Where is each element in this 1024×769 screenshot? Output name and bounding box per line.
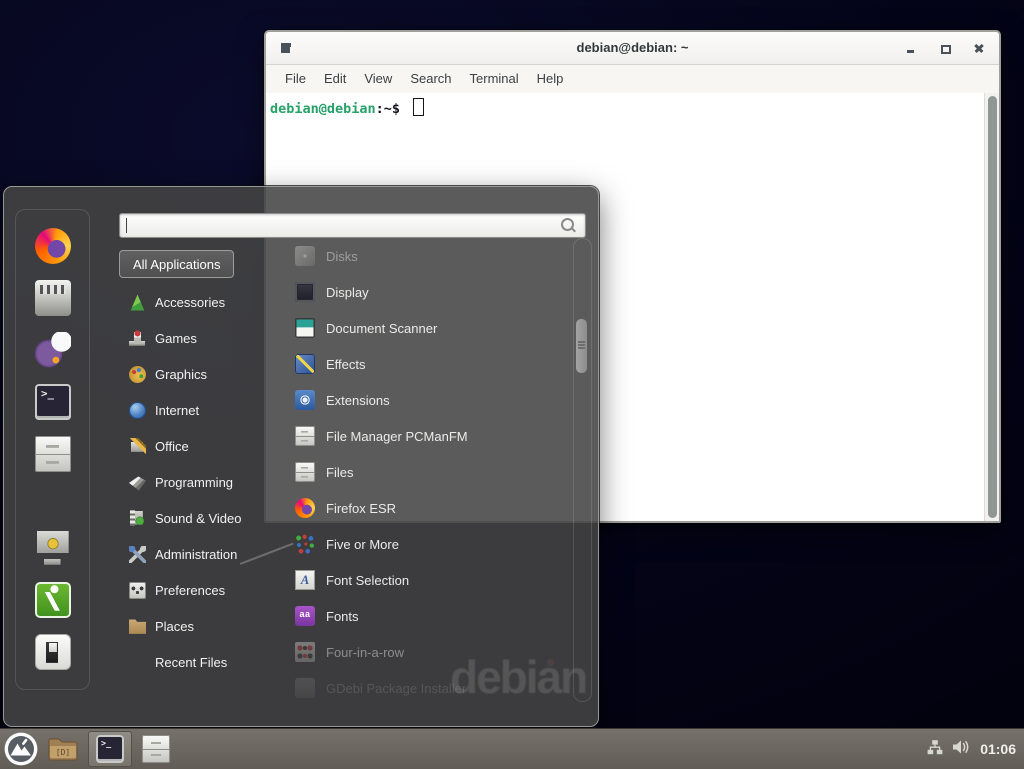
search-icon	[561, 218, 574, 231]
menubar-item[interactable]: View	[355, 65, 401, 93]
fonts-icon	[295, 606, 315, 626]
category-item[interactable]: Internet	[113, 392, 281, 428]
category-item[interactable]: Games	[113, 320, 281, 356]
application-item[interactable]: Firefox ESR	[286, 490, 572, 526]
taskbar-file-manager-button[interactable]	[142, 735, 170, 763]
effects-icon	[295, 354, 315, 374]
application-item[interactable]: File Manager PCManFM	[286, 418, 572, 454]
file-cabinet-icon	[142, 735, 170, 763]
category-item[interactable]: Recent Files	[113, 644, 281, 680]
office-icon	[129, 438, 146, 455]
accessories-icon	[129, 294, 146, 311]
logout-icon[interactable]	[35, 582, 71, 618]
category-item[interactable]: Accessories	[113, 284, 281, 320]
desktop: { "desktop": { "watermark": "debian" }, …	[0, 0, 1024, 768]
menubar-item[interactable]: File	[276, 65, 315, 93]
firefox-launcher-icon[interactable]	[35, 228, 71, 264]
fontsel-icon	[295, 570, 315, 590]
application-item[interactable]: Files	[286, 454, 572, 490]
category-item[interactable]: Office	[113, 428, 281, 464]
application-item[interactable]: Four-in-a-row	[286, 634, 572, 670]
category-item[interactable]: Sound & Video	[113, 500, 281, 536]
category-item[interactable]: All Applications	[119, 250, 234, 278]
fourinarow-icon	[295, 642, 315, 662]
folder-icon: [D]	[48, 736, 78, 763]
pidgin-launcher-icon[interactable]	[35, 332, 71, 368]
volume-icon[interactable]	[952, 739, 971, 760]
fiveormore-icon	[295, 534, 315, 554]
admin-icon	[129, 546, 146, 563]
application-item[interactable]: Extensions	[286, 382, 572, 418]
menubar-item[interactable]: Search	[401, 65, 460, 93]
shutdown-icon[interactable]	[35, 634, 71, 670]
lock-screen-icon[interactable]	[35, 530, 71, 566]
clock[interactable]: 01:06	[980, 741, 1016, 757]
favorites-panel	[15, 209, 90, 690]
files-icon	[295, 462, 315, 482]
show-desktop-button[interactable]: [D]	[48, 736, 78, 763]
disks-icon	[295, 246, 315, 266]
search-input[interactable]	[125, 216, 555, 234]
category-item[interactable]: Preferences	[113, 572, 281, 608]
terminal-scrollbar-thumb[interactable]	[988, 96, 997, 518]
gdebi-icon	[295, 678, 315, 698]
app-list-scrollbar[interactable]	[573, 238, 592, 702]
prompt-path: :~$	[376, 101, 400, 117]
application-item[interactable]: Document Scanner	[286, 310, 572, 346]
terminal-scrollbar[interactable]	[984, 93, 999, 521]
menubar-item[interactable]: Edit	[315, 65, 355, 93]
application-item[interactable]: GDebi Package Installer	[286, 670, 572, 706]
terminal-titlebar[interactable]: debian@debian: ~	[266, 32, 999, 65]
category-item[interactable]: Programming	[113, 464, 281, 500]
menu-button[interactable]	[4, 732, 38, 766]
display-icon	[295, 282, 315, 302]
maximize-button[interactable]	[933, 36, 957, 60]
taskbar-terminal-button[interactable]	[88, 731, 132, 767]
preferences-icon	[129, 582, 146, 599]
menu-logo-icon	[4, 732, 38, 766]
close-button[interactable]	[967, 36, 991, 60]
places-icon	[129, 618, 146, 635]
graphics-icon	[129, 366, 146, 383]
application-item[interactable]: Display	[286, 274, 572, 310]
category-item[interactable]: Administration	[113, 536, 281, 572]
window-title: debian@debian: ~	[266, 32, 999, 64]
soundvideo-icon	[129, 510, 146, 527]
minimize-button[interactable]	[899, 36, 923, 60]
application-item[interactable]: Effects	[286, 346, 572, 382]
category-item[interactable]: Places	[113, 608, 281, 644]
application-menu: All Applications Accessories Games Graph…	[3, 186, 599, 727]
application-item[interactable]: Fonts	[286, 598, 572, 634]
application-list: Disks Display Document Scanner Effects E…	[286, 238, 572, 706]
terminal-icon	[96, 735, 124, 763]
application-item[interactable]: Disks	[286, 238, 572, 274]
games-icon	[129, 330, 146, 347]
search-box[interactable]	[119, 213, 586, 238]
audio-mixer-launcher-icon[interactable]	[35, 280, 71, 316]
prompt-user: debian@debian	[270, 101, 376, 117]
category-item[interactable]: Graphics	[113, 356, 281, 392]
taskbar: [D] 01:06	[0, 728, 1024, 769]
network-icon[interactable]	[927, 739, 943, 760]
programming-icon	[129, 474, 146, 491]
pcmanfm-icon	[295, 426, 315, 446]
file-manager-launcher-icon[interactable]	[35, 436, 71, 472]
application-item[interactable]: Five or More	[286, 526, 572, 562]
app-list-scrollbar-thumb[interactable]	[576, 319, 587, 373]
shell-prompt: debian@debian:~$	[270, 98, 424, 118]
terminal-menubar: FileEditViewSearchTerminalHelp	[266, 65, 999, 94]
scanner-icon	[295, 318, 315, 338]
extensions-icon	[295, 390, 315, 410]
internet-icon	[129, 402, 146, 419]
firefox-icon	[295, 498, 315, 518]
application-item[interactable]: Font Selection	[286, 562, 572, 598]
category-list: All Applications Accessories Games Graph…	[113, 249, 281, 680]
svg-text:[D]: [D]	[56, 748, 70, 757]
terminal-launcher-icon[interactable]	[35, 384, 71, 420]
menubar-item[interactable]: Help	[528, 65, 573, 93]
terminal-cursor	[413, 98, 424, 116]
menubar-item[interactable]: Terminal	[461, 65, 528, 93]
